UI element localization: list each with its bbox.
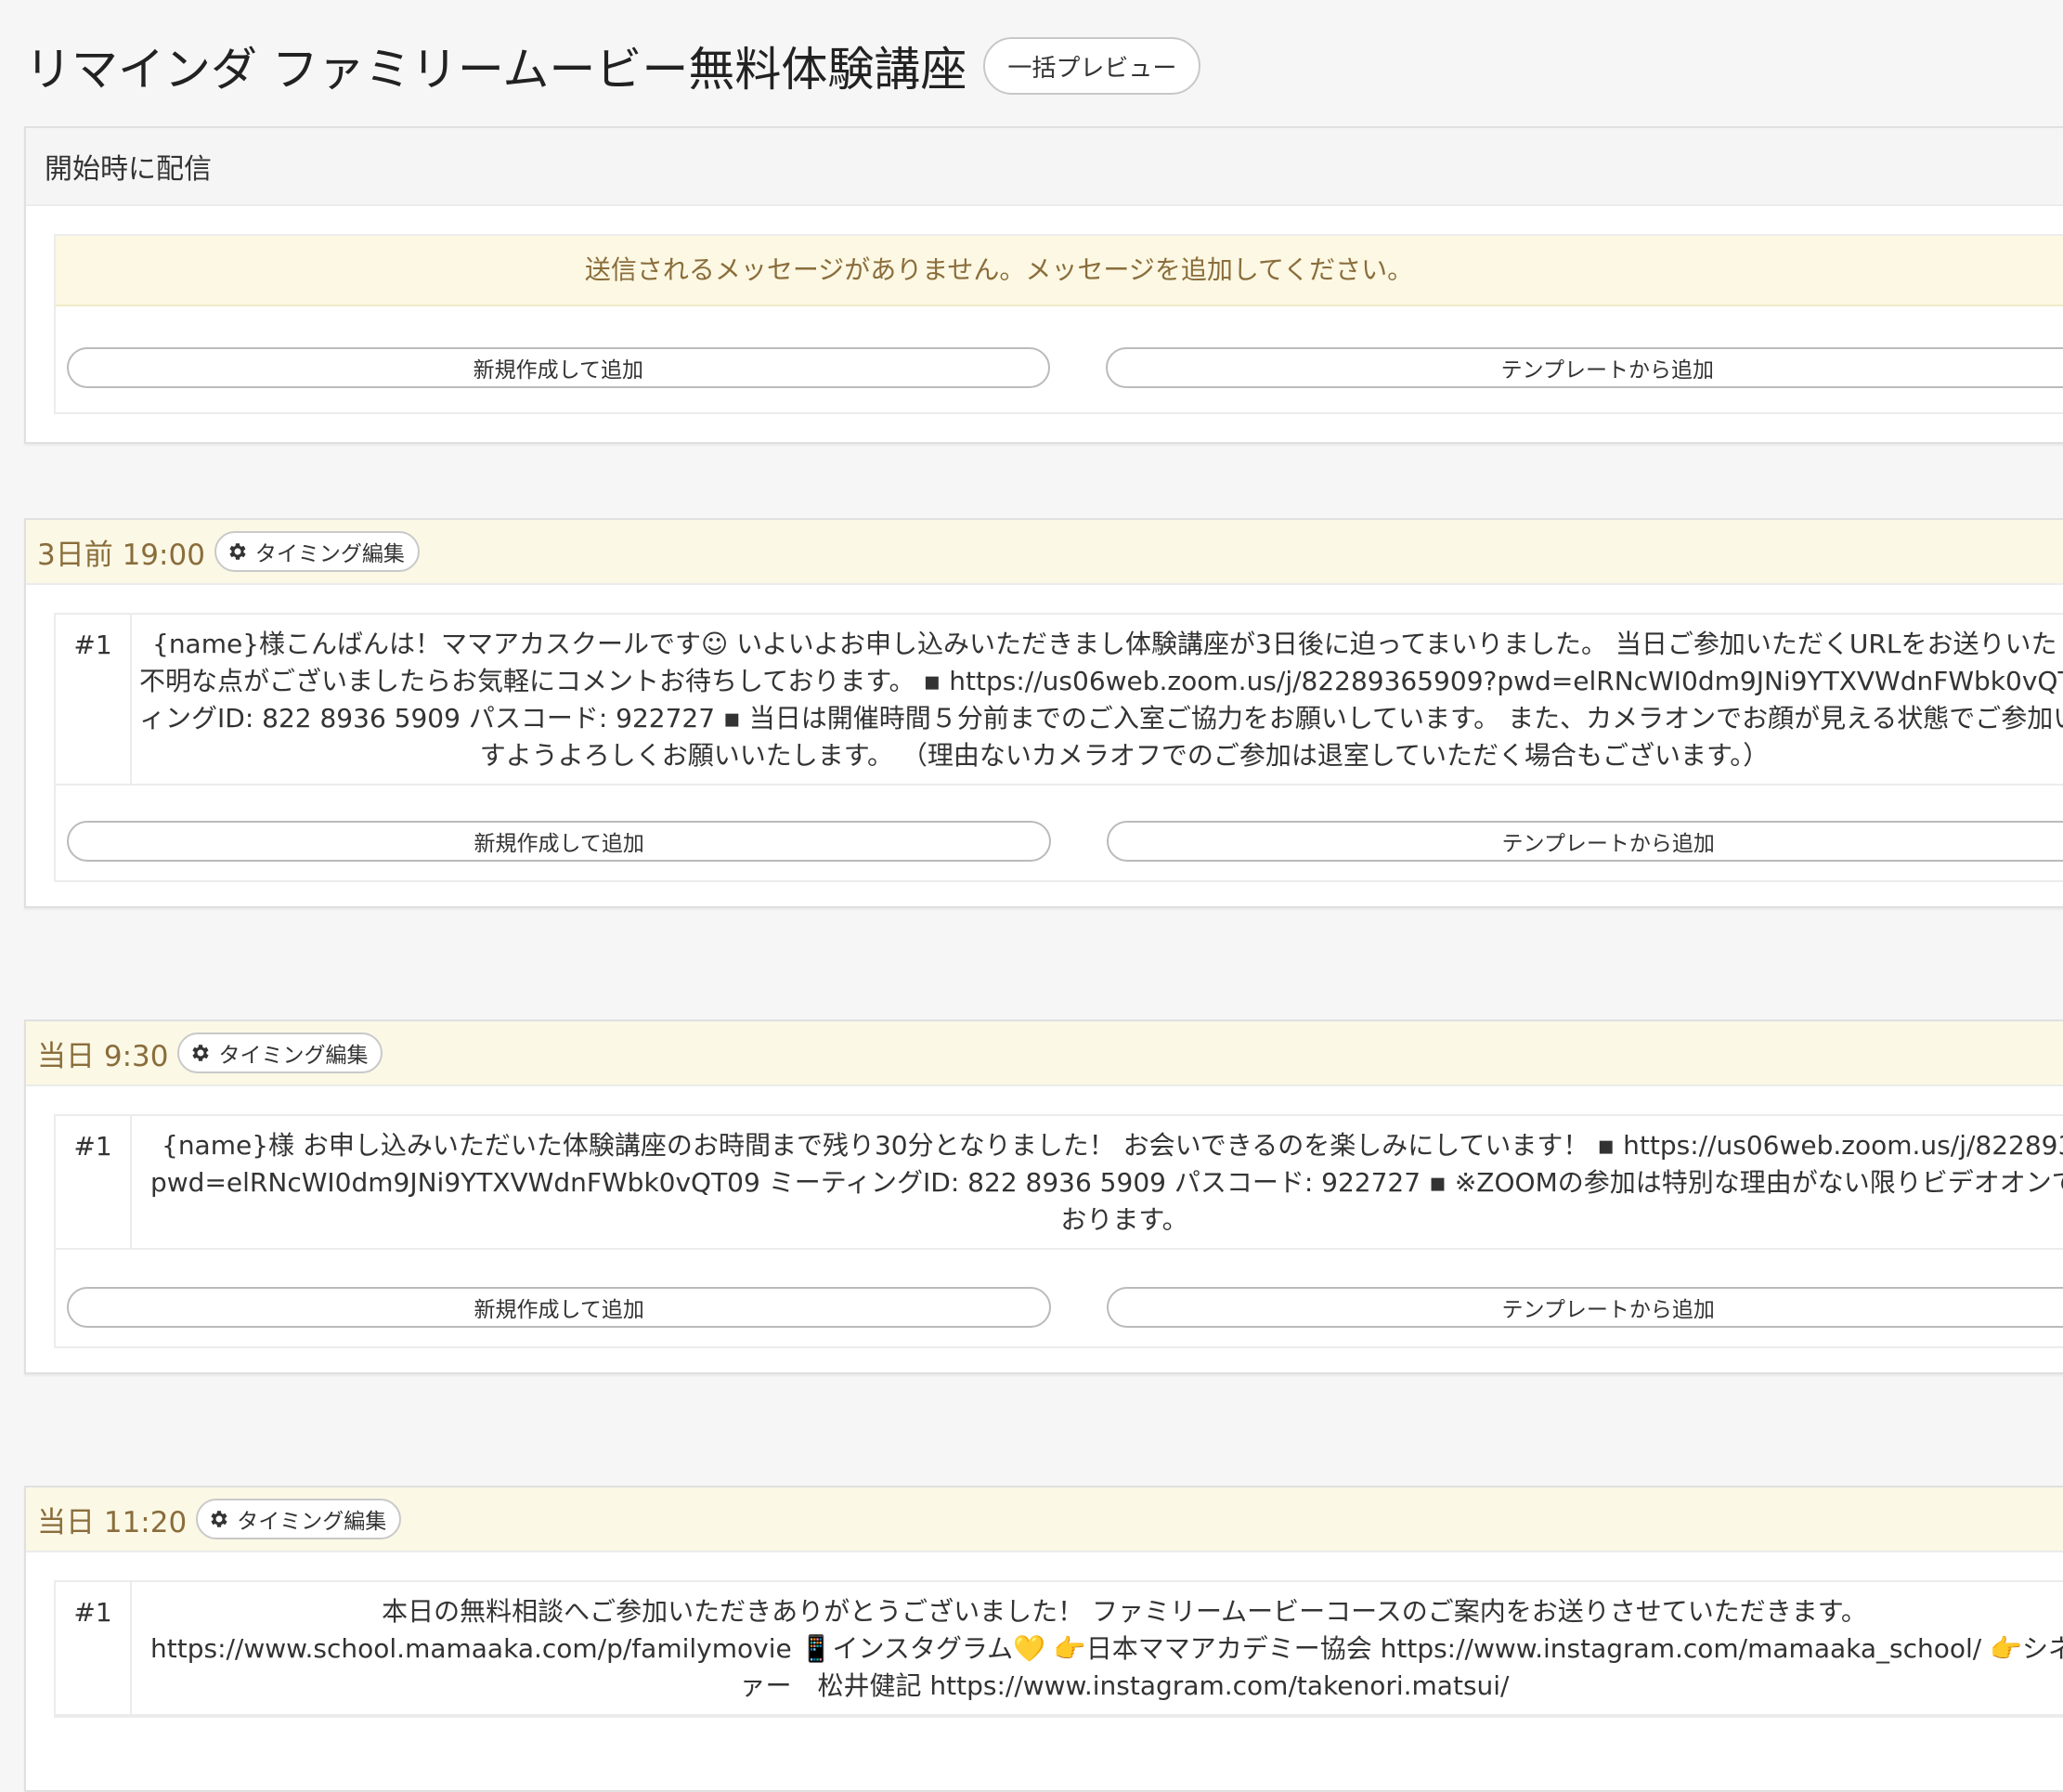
- section-body: #1 {name}様 お申し込みいただいた体験講座のお時間まで残り30分となりま…: [26, 1086, 2063, 1376]
- message-line: {name}様 お申し込みいただいた体験講座のお時間まで残り30分となりました！…: [162, 1130, 2063, 1161]
- timing-header: 3日前 19:00 タイミング編集: [26, 520, 2063, 585]
- message-line: おります。: [1060, 1204, 1188, 1235]
- message-number: #1: [56, 1116, 132, 1248]
- message-container: #1 {name}様 お申し込みいただいた体験講座のお時間まで残り30分となりま…: [54, 1114, 2063, 1348]
- timing-edit-button[interactable]: タイミング編集: [196, 1499, 402, 1539]
- add-from-template-button[interactable]: テンプレートから追加: [1105, 347, 2063, 388]
- add-from-template-button[interactable]: テンプレートから追加: [1107, 1287, 2063, 1328]
- section-timing: 当日 11:20 タイミング編集 #1 本日の無料相談へご参加いただきありがとう…: [24, 1486, 2063, 1792]
- section-timing: 当日 9:30 タイミング編集 #1 {name}様 お申し込みいただいた体験講…: [24, 1019, 2063, 1374]
- section-timing: 3日前 19:00 タイミング編集 #1 {name}様こんばんは！ママアカスク…: [24, 518, 2063, 908]
- message-row[interactable]: #1 {name}様 お申し込みいただいた体験講座のお時間まで残り30分となりま…: [56, 1116, 2063, 1250]
- timing-edit-button[interactable]: タイミング編集: [177, 1032, 383, 1073]
- message-row[interactable]: #1 本日の無料相談へご参加いただきありがとうございました！ ファミリームービー…: [56, 1582, 2063, 1716]
- message-line: {name}様こんばんは！ママアカスクールです☺ いよいよお申し込みいただきまし…: [152, 629, 2063, 659]
- message-line: 本日の無料相談へご参加いただきありがとうございました！ ファミリームービーコース…: [382, 1596, 1867, 1627]
- add-buttons-row: 新規作成して追加 テンプレートから追加: [56, 786, 2063, 880]
- timing-header: 当日 9:30 タイミング編集: [26, 1021, 2063, 1086]
- section-body: 送信されるメッセージがありません。メッセージを追加してください。 新規作成して追…: [26, 206, 2063, 442]
- section-header: 開始時に配信: [26, 128, 2063, 206]
- message-text: {name}様こんばんは！ママアカスクールです☺ いよいよお申し込みいただきまし…: [132, 615, 2063, 784]
- empty-message-alert: 送信されるメッセージがありません。メッセージを追加してください。: [56, 236, 2063, 306]
- new-message-button[interactable]: 新規作成して追加: [67, 347, 1050, 388]
- message-text: {name}様 お申し込みいただいた体験講座のお時間まで残り30分となりました！…: [132, 1116, 2063, 1248]
- section-on-start: 開始時に配信 送信されるメッセージがありません。メッセージを追加してください。 …: [24, 126, 2063, 444]
- message-line: pwd=elRNcWI0dm9JNi9YTXVWdnFWbk0vQT09 ミーテ…: [150, 1167, 2063, 1198]
- page-title: リマインダ ファミリームービー無料体験講座: [25, 43, 967, 97]
- timing-label: 3日前 19:00: [37, 538, 205, 572]
- section-body: #1 本日の無料相談へご参加いただきありがとうございました！ ファミリームービー…: [26, 1552, 2063, 1746]
- timing-edit-label: タイミング編集: [254, 542, 405, 566]
- message-container: #1 本日の無料相談へご参加いただきありがとうございました！ ファミリームービー…: [54, 1580, 2063, 1718]
- timing-label: 当日 11:20: [37, 1505, 188, 1539]
- timing-edit-label: タイミング編集: [218, 1044, 369, 1068]
- add-buttons-row: 新規作成して追加 テンプレートから追加: [56, 1250, 2063, 1346]
- message-number: #1: [56, 615, 132, 784]
- timing-edit-label: タイミング編集: [237, 1510, 387, 1534]
- timing-label: 当日 9:30: [37, 1039, 169, 1073]
- message-text: 本日の無料相談へご参加いただきありがとうございました！ ファミリームービーコース…: [132, 1582, 2063, 1714]
- message-line: https://www.school.mamaaka.com/p/familym…: [150, 1633, 2063, 1664]
- bulk-preview-button[interactable]: 一括プレビュー: [983, 37, 1201, 95]
- gear-icon: [211, 1511, 227, 1527]
- add-from-template-button[interactable]: テンプレートから追加: [1107, 821, 2063, 862]
- new-message-button[interactable]: 新規作成して追加: [67, 1287, 1052, 1328]
- message-line: 不明な点がございましたらお気軽にコメントお待ちしております。 ▪ https:/…: [139, 666, 2063, 696]
- section-body: #1 {name}様こんばんは！ママアカスクールです☺ いよいよお申し込みいただ…: [26, 585, 2063, 910]
- message-container: #1 {name}様こんばんは！ママアカスクールです☺ いよいよお申し込みいただ…: [54, 613, 2063, 882]
- new-message-button[interactable]: 新規作成して追加: [67, 821, 1052, 862]
- message-line: ィングID: 822 8936 5909 パスコード: 922727 ▪ 当日は…: [139, 703, 2063, 734]
- timing-edit-button[interactable]: タイミング編集: [214, 531, 420, 572]
- message-line: ァー 松井健記 https://www.instagram.com/takeno…: [739, 1670, 1510, 1701]
- message-row[interactable]: #1 {name}様こんばんは！ママアカスクールです☺ いよいよお申し込みいただ…: [56, 615, 2063, 786]
- gear-icon: [192, 1045, 210, 1061]
- timing-header: 当日 11:20 タイミング編集: [26, 1487, 2063, 1552]
- message-number: #1: [56, 1582, 132, 1714]
- add-buttons-row: 新規作成して追加 テンプレートから追加: [56, 306, 2063, 407]
- message-container: 送信されるメッセージがありません。メッセージを追加してください。 新規作成して追…: [54, 234, 2063, 414]
- gear-icon: [229, 543, 246, 560]
- page-header: リマインダ ファミリームービー無料体験講座 一括プレビュー: [25, 26, 1201, 106]
- message-line: すようよろしくお願いいたします。 （理由ないカメラオフでのご参加は退室していただ…: [479, 740, 1770, 771]
